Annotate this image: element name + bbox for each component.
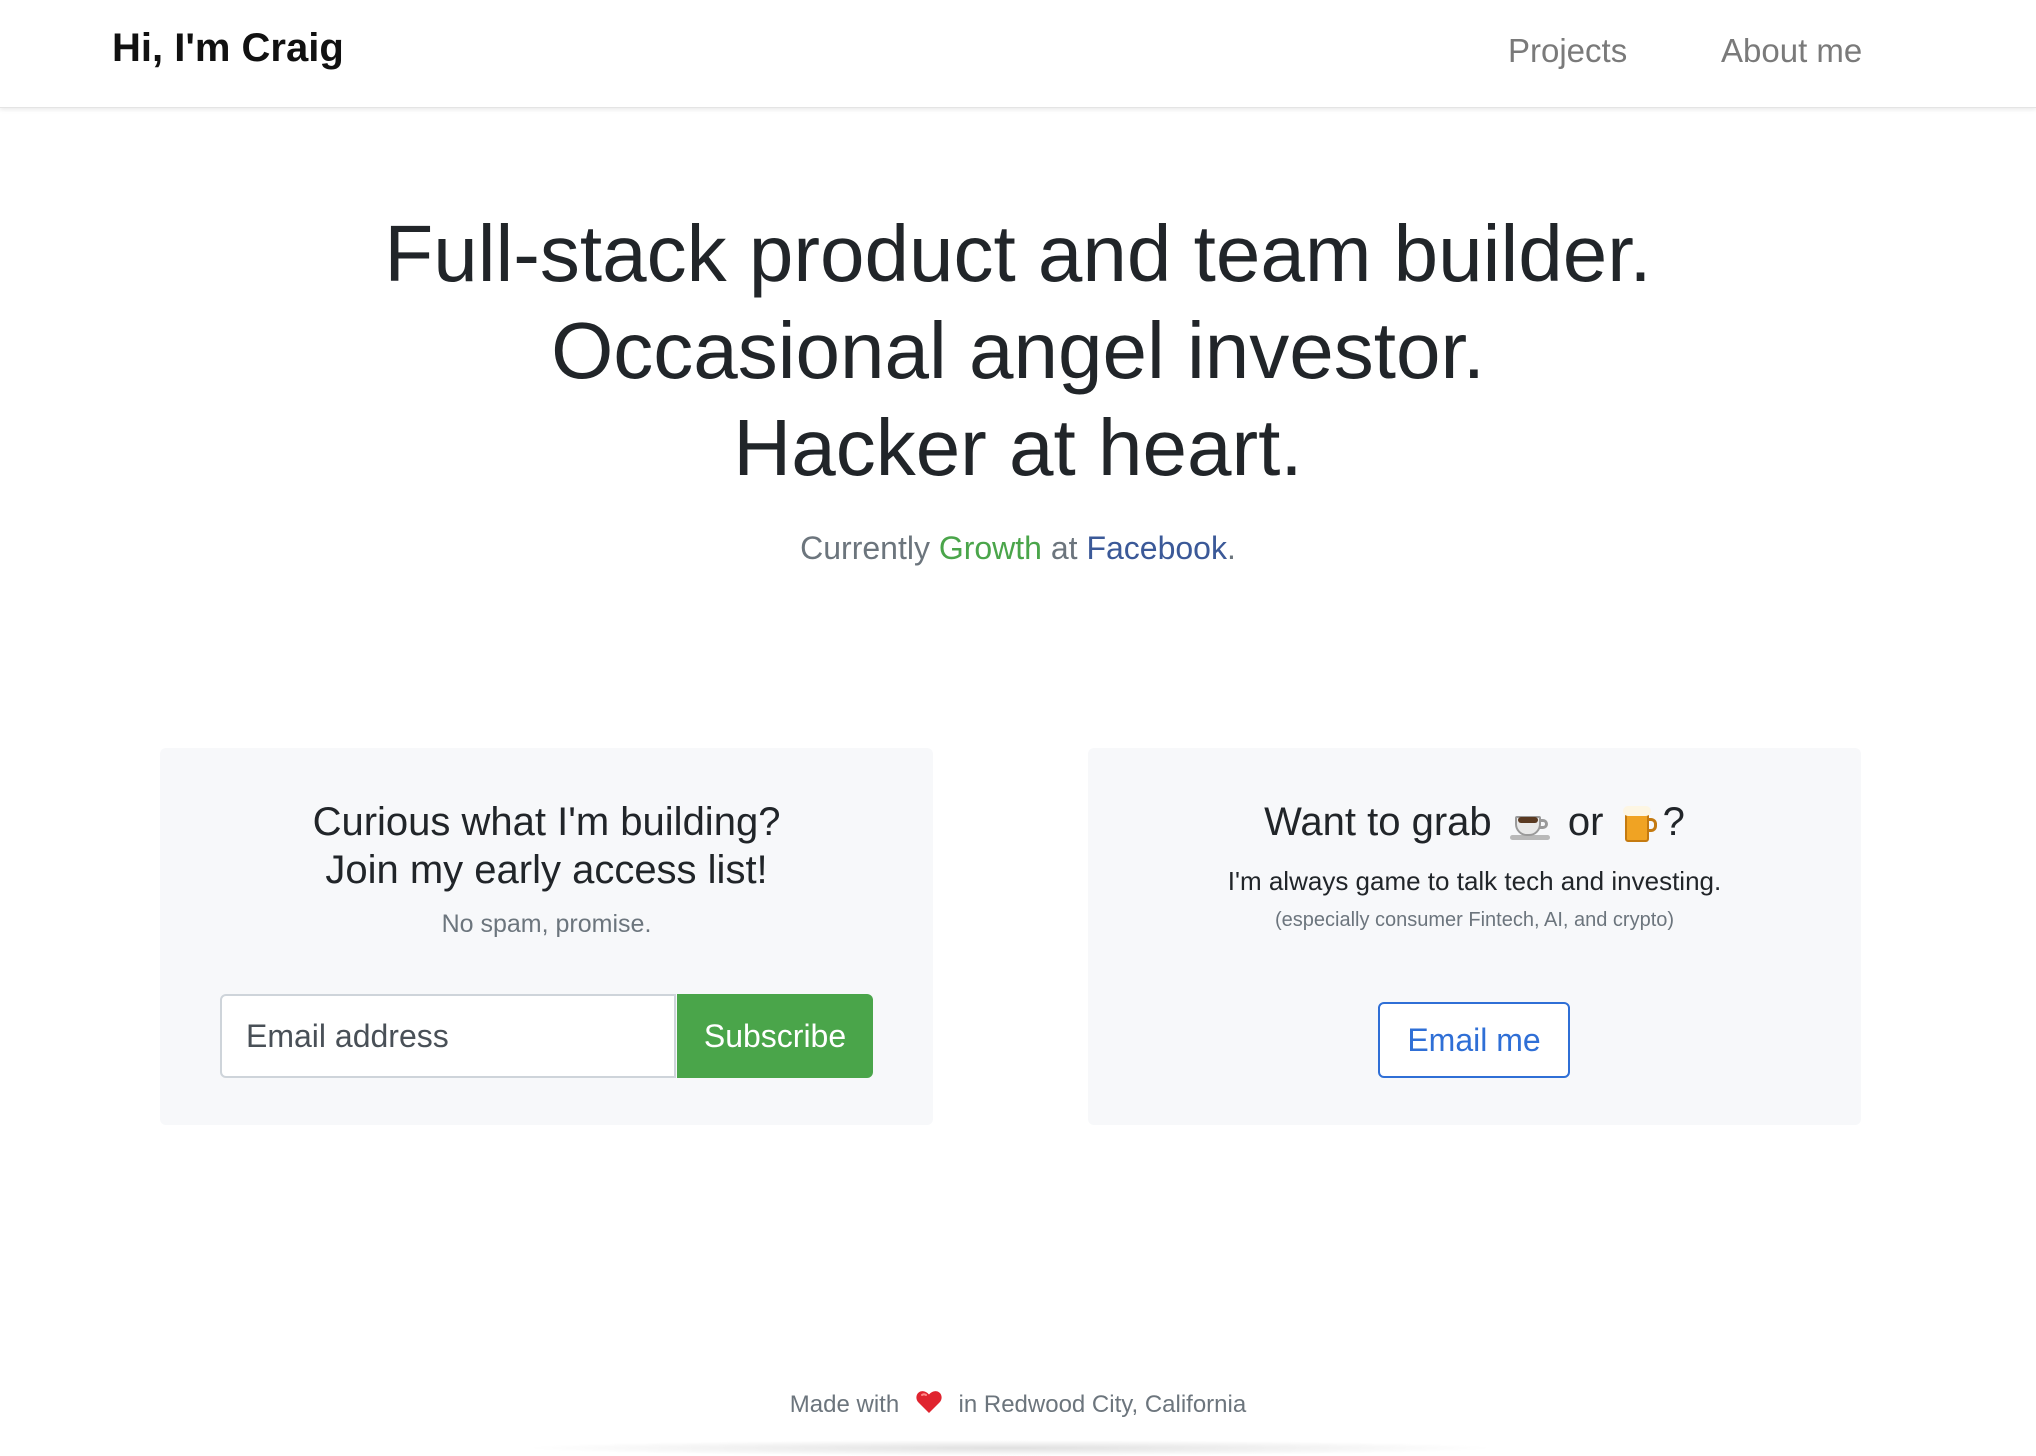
contact-text: I'm always game to talk tech and investi… (1227, 866, 1722, 896)
heart-icon (916, 1390, 942, 1421)
subscribe-form: Subscribe (220, 994, 873, 1078)
contact-small-text: (especially consumer Fintech, AI, and cr… (1274, 909, 1675, 931)
period-text: . (1226, 530, 1236, 566)
subscribe-title-line-1: Curious what I'm building? (312, 800, 781, 844)
navbar: Hi, I'm Craig Projects About me (0, 0, 2036, 108)
hero-line-2: Occasional angel investor. (551, 306, 1485, 395)
nav-link-about-me[interactable]: About me (1721, 32, 1862, 70)
nav-link-projects[interactable]: Projects (1508, 32, 1627, 70)
footer-prefix: Made with (789, 1390, 900, 1418)
hero-line-3: Hacker at heart. (733, 403, 1303, 492)
contact-card: Want to grab or ? I'm always game to tal… (1088, 748, 1861, 1125)
subscribe-title: Curious what I'm building? Join my early… (160, 798, 933, 894)
brand-link[interactable]: Hi, I'm Craig (112, 26, 344, 71)
footer-shadow (520, 1440, 1500, 1456)
contact-title-or: or (1567, 800, 1604, 844)
email-me-button[interactable]: Email me (1378, 1002, 1570, 1078)
at-text: at (1050, 530, 1078, 566)
footer-suffix: in Redwood City, California (958, 1390, 1247, 1418)
beer-icon (1619, 804, 1659, 844)
email-address-input[interactable] (220, 994, 676, 1078)
hero-line-1: Full-stack product and team builder. (384, 209, 1652, 298)
coffee-icon (1509, 806, 1551, 842)
current-role: Currently Growth at Facebook. (0, 530, 2036, 567)
facebook-link[interactable]: Facebook (1086, 530, 1227, 566)
contact-title-prefix: Want to grab (1264, 800, 1492, 844)
hero-headline: Full-stack product and team builder. Occ… (0, 205, 2036, 496)
subscribe-card: Curious what I'm building? Join my early… (160, 748, 933, 1125)
no-spam-note: No spam, promise. (441, 910, 652, 938)
subscribe-button[interactable]: Subscribe (677, 994, 873, 1078)
subscribe-title-line-2: Join my early access list! (325, 848, 768, 892)
currently-prefix: Currently (800, 530, 930, 566)
growth-link[interactable]: Growth (939, 530, 1042, 566)
footer: Made with in Redwood City, California (0, 1390, 2036, 1421)
contact-title: Want to grab or ? (1088, 798, 1861, 846)
contact-title-suffix: ? (1662, 800, 1685, 844)
